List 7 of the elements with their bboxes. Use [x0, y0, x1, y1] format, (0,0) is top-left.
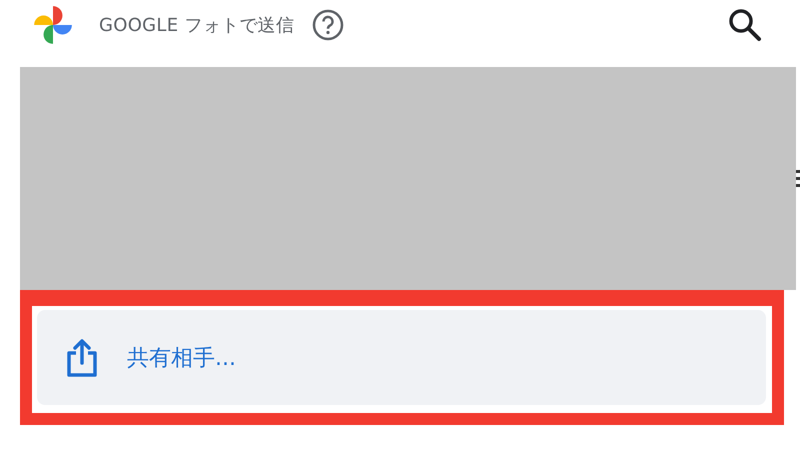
help-icon[interactable]	[312, 9, 344, 41]
share-button[interactable]: 共有相手...	[37, 310, 766, 405]
pinwheel-logo-icon	[32, 4, 74, 46]
search-icon[interactable]	[728, 8, 762, 42]
share-icon	[65, 338, 99, 378]
more-icon[interactable]	[796, 168, 800, 188]
header-title: GOOGLE フォトで送信	[99, 14, 294, 37]
